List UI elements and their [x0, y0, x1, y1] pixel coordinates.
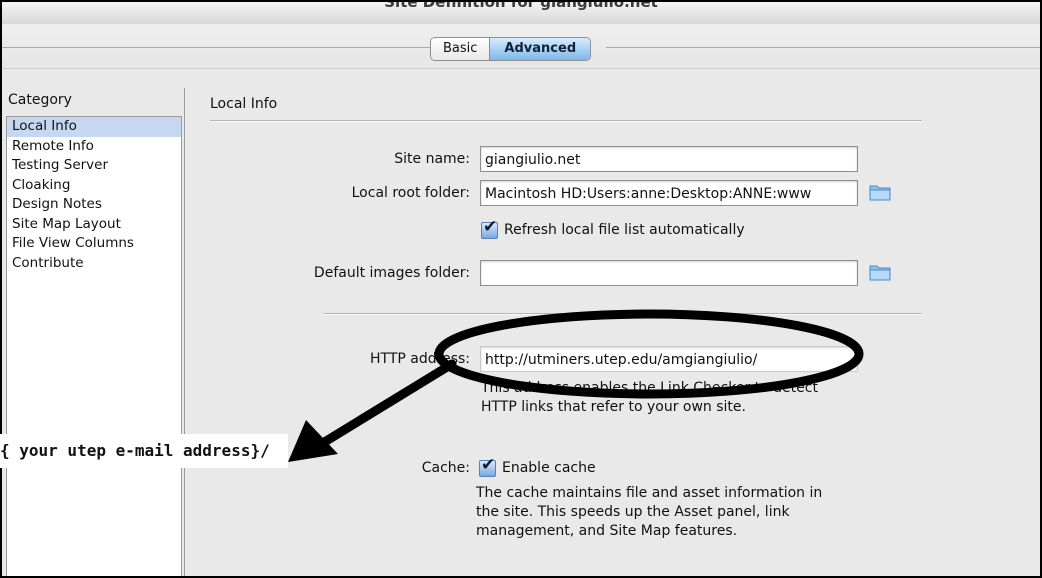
browse-images-folder-icon[interactable] — [868, 262, 892, 282]
site-name-input[interactable]: giangiulio.net — [480, 146, 858, 172]
highlight-oval — [434, 309, 864, 399]
local-root-input[interactable]: Macintosh HD:Users:anne:Desktop:ANNE:www — [480, 180, 858, 206]
category-item-testing-server[interactable]: Testing Server — [7, 156, 181, 176]
checkmark-icon: ✔ — [481, 455, 496, 475]
category-heading: Category — [8, 92, 72, 108]
browse-folder-icon[interactable] — [868, 182, 892, 202]
panel-divider — [184, 88, 185, 576]
tab-basic[interactable]: Basic — [431, 38, 491, 60]
enable-cache-label: Enable cache — [502, 460, 596, 476]
category-item-contribute[interactable]: Contribute — [7, 254, 181, 274]
refresh-checkbox[interactable]: ✔ — [481, 217, 498, 239]
default-images-input[interactable] — [480, 260, 858, 286]
local-root-label: Local root folder: — [351, 185, 470, 201]
enable-cache-checkbox[interactable]: ✔ — [479, 455, 496, 477]
title-bar: Site Definition for giangiulio.net — [2, 2, 1040, 25]
site-definition-dialog: Site Definition for giangiulio.net Basic… — [0, 0, 1042, 578]
pointer-arrow-icon — [288, 359, 457, 462]
category-list: Local Info Remote Info Testing Server Cl… — [6, 116, 182, 576]
site-name-label: Site name: — [394, 151, 470, 167]
refresh-label: Refresh local file list automatically — [504, 222, 745, 238]
tab-divider-left — [2, 47, 430, 48]
category-item-site-map-layout[interactable]: Site Map Layout — [7, 215, 181, 235]
category-item-cloaking[interactable]: Cloaking — [7, 176, 181, 196]
category-item-design-notes[interactable]: Design Notes — [7, 195, 181, 215]
tab-advanced[interactable]: Advanced — [490, 38, 591, 60]
tab-divider-right — [606, 47, 1040, 48]
category-item-local-info[interactable]: Local Info — [7, 117, 181, 137]
cache-help-line-3: management, and Site Map features. — [476, 523, 738, 539]
section-rule — [210, 120, 922, 122]
section-title: Local Info — [210, 96, 278, 112]
window-title: Site Definition for giangiulio.net — [384, 0, 658, 11]
category-item-remote-info[interactable]: Remote Info — [7, 137, 181, 157]
tab-group: Basic Advanced — [430, 37, 592, 61]
cache-help-line-1: The cache maintains file and asset infor… — [476, 485, 823, 501]
annotation-callout: { your utep e-mail address}/ — [0, 434, 288, 468]
checkmark-icon: ✔ — [483, 217, 498, 237]
category-item-file-view-columns[interactable]: File View Columns — [7, 234, 181, 254]
cache-help-line-2: the site. This speeds up the Asset panel… — [476, 504, 790, 520]
default-images-label: Default images folder: — [313, 265, 470, 281]
